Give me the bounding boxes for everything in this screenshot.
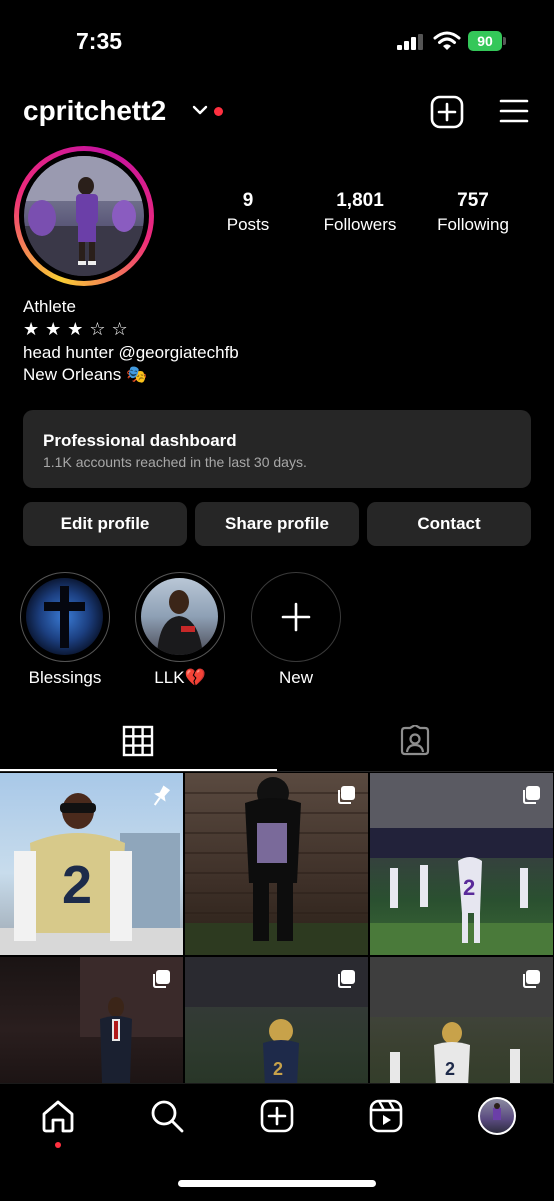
profile-avatar[interactable] <box>14 146 154 286</box>
highlight-photo <box>157 590 203 655</box>
post-thumbnail[interactable] <box>185 773 368 955</box>
stat-followers[interactable]: 1,801 Followers <box>305 190 415 235</box>
status-time: 7:35 <box>76 28 123 54</box>
highlight-new[interactable] <box>251 572 341 662</box>
multi-photo-icon <box>523 970 540 988</box>
multi-photo-icon <box>338 970 355 988</box>
bio-text[interactable]: head hunter @georgiatechfb <box>23 343 239 363</box>
highlight-blessings[interactable] <box>20 572 110 662</box>
stat-following-value: 757 <box>457 190 489 211</box>
battery-indicator: 90 <box>468 31 506 51</box>
notification-dot <box>214 107 223 116</box>
svg-text:2: 2 <box>445 1059 455 1079</box>
profile-username[interactable]: cpritchett2 <box>23 95 166 127</box>
dashboard-subtitle: 1.1K accounts reached in the last 30 day… <box>43 454 307 470</box>
bio-location: New Orleans 🎭 <box>23 365 148 384</box>
multi-photo-icon <box>338 786 355 804</box>
home-notification-dot <box>55 1142 61 1148</box>
home-indicator <box>178 1180 376 1187</box>
stat-followers-value: 1,801 <box>336 190 384 211</box>
dashboard-title: Professional dashboard <box>43 431 237 450</box>
stat-followers-label: Followers <box>323 215 397 234</box>
bio-stars: ★ ★ ★ ☆ ☆ <box>23 319 129 339</box>
plus-icon <box>281 602 311 632</box>
multi-photo-icon <box>523 786 540 804</box>
highlight-label: Blessings <box>28 668 102 687</box>
contact-button[interactable]: Contact <box>367 502 531 546</box>
home-icon[interactable] <box>40 1098 76 1134</box>
profile-tab-avatar[interactable] <box>478 1097 516 1135</box>
highlight-label: New <box>278 668 313 687</box>
search-icon[interactable] <box>149 1098 185 1134</box>
share-profile-button[interactable]: Share profile <box>195 502 359 546</box>
stat-following[interactable]: 757 Following <box>418 190 528 235</box>
reels-icon[interactable] <box>368 1098 404 1134</box>
professional-dashboard[interactable]: Professional dashboard 1.1K accounts rea… <box>23 410 531 488</box>
tagged-icon[interactable] <box>399 725 431 757</box>
create-icon[interactable] <box>259 1098 295 1134</box>
tab-divider <box>0 771 554 772</box>
pin-icon <box>153 785 171 806</box>
stat-following-label: Following <box>437 215 509 234</box>
highlight-label: LLK💔 <box>154 668 206 687</box>
wifi-icon <box>433 31 461 50</box>
cross-icon <box>44 586 85 648</box>
battery-level: 90 <box>468 31 502 51</box>
bio-category: Athlete <box>23 297 76 316</box>
post-thumbnail[interactable]: 2 <box>370 773 553 955</box>
stat-posts[interactable]: 9 Posts <box>193 190 303 235</box>
cell-signal-icon <box>397 34 423 50</box>
create-icon[interactable] <box>430 95 464 129</box>
post-thumbnail[interactable]: 2 <box>0 773 183 955</box>
grid-icon[interactable] <box>122 725 154 757</box>
stat-posts-label: Posts <box>226 215 270 234</box>
avatar-photo <box>24 156 144 276</box>
highlight-llk[interactable] <box>135 572 225 662</box>
stat-posts-value: 9 <box>242 190 254 211</box>
avatar-mini-photo <box>493 1103 501 1120</box>
menu-icon[interactable] <box>499 98 529 124</box>
edit-profile-button[interactable]: Edit profile <box>23 502 187 546</box>
chevron-down-icon[interactable] <box>192 104 208 116</box>
svg-text:2: 2 <box>62 855 92 915</box>
multi-photo-icon <box>153 970 170 988</box>
svg-text:2: 2 <box>273 1059 283 1079</box>
svg-text:2: 2 <box>463 875 475 900</box>
